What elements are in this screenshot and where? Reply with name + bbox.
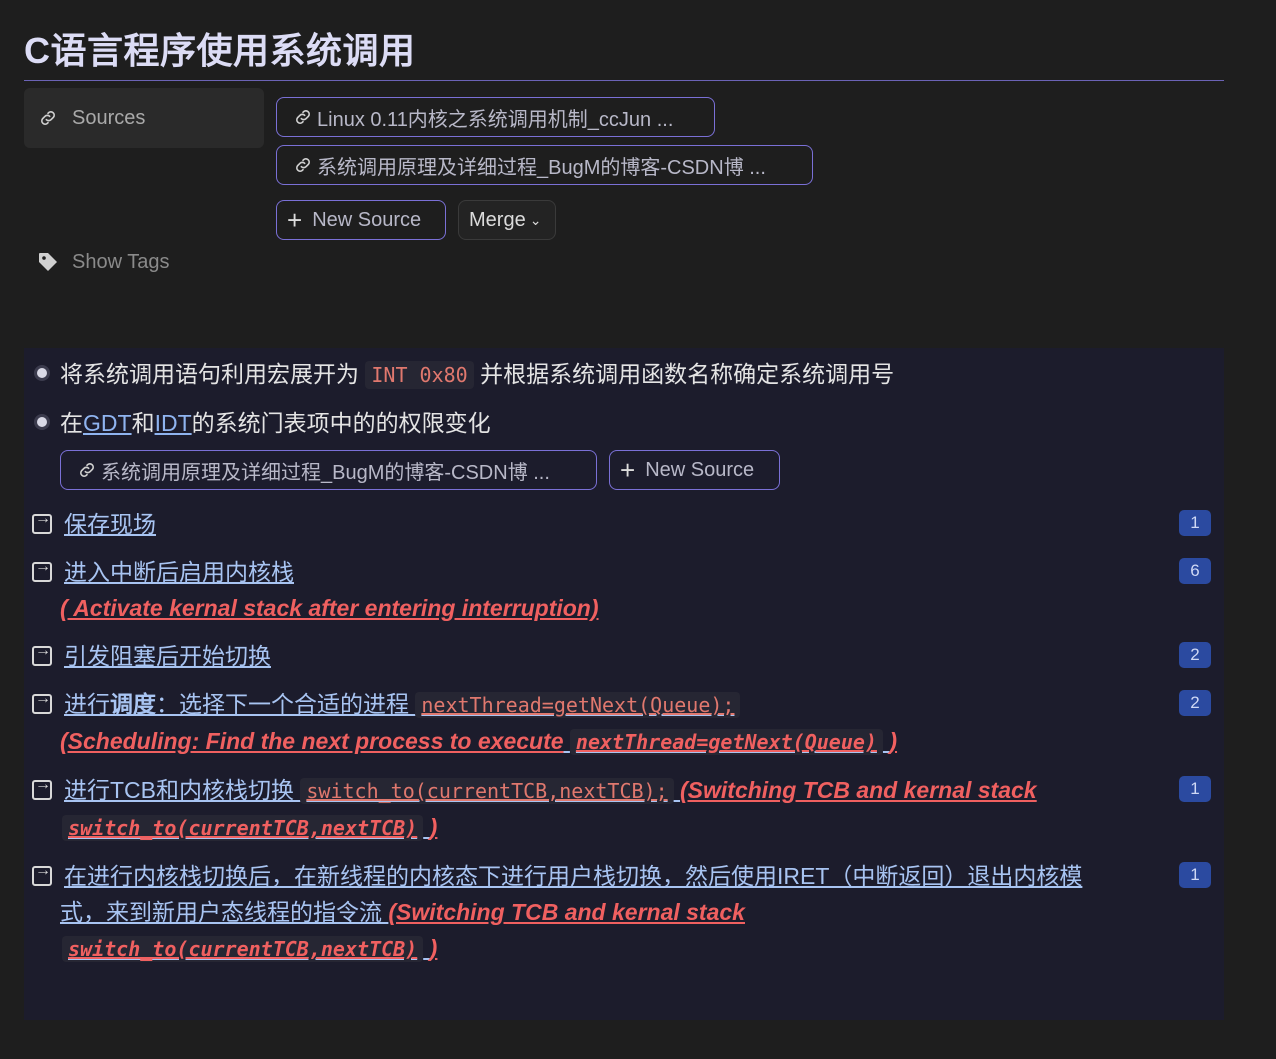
reference-arrow-icon	[32, 558, 52, 582]
link-icon	[296, 158, 310, 172]
plus-icon: +	[287, 205, 303, 235]
bullet-icon	[34, 414, 50, 430]
ref-item-user-stack-switch-cont[interactable]: 式，来到新用户态线程的指令流 (Switching TCB and kernal…	[60, 894, 745, 930]
bullet-item-gdt-idt[interactable]: 在GDT和IDT的系统门表项中的的权限变化	[34, 405, 491, 441]
inline-code: INT 0x80	[365, 361, 474, 389]
link-icon	[80, 463, 94, 477]
ref-note-code: switch_to(currentTCB,nextTCB)	[62, 936, 424, 962]
ref-text: 式，来到新用户态线程的指令流	[60, 899, 382, 925]
ref-item-block-switch[interactable]: 引发阻塞后开始切换	[64, 638, 271, 674]
gdt-link[interactable]: GDT	[83, 410, 132, 436]
bullet-icon	[34, 365, 50, 381]
ref-note: switch_to(currentTCB,nextTCB) )	[62, 930, 437, 967]
page-title: C语言程序使用系统调用	[24, 22, 1224, 81]
ref-count-badge[interactable]: 1	[1179, 776, 1211, 802]
ref-item-kernel-stack[interactable]: 进入中断后启用内核栈	[64, 554, 294, 590]
ref-note-text: ( Activate kernal stack after entering i…	[60, 595, 599, 621]
bullet-text: 并根据系统调用函数名称确定系统调用号	[480, 361, 895, 387]
source-chip-syscall-principle[interactable]: 系统调用原理及详细过程_BugM的博客-CSDN博 ...	[276, 145, 813, 185]
ref-note-text: (Switching TCB and kernal stack	[388, 899, 745, 925]
ref-text: ：选择下一个合适的进程	[156, 691, 409, 717]
bullet-text: 将系统调用语句利用宏展开为	[60, 361, 359, 387]
new-source-label: New Source	[312, 208, 422, 231]
ref-text: 进行	[64, 691, 110, 717]
ref-note-code: switch_to(currentTCB,nextTCB)	[62, 815, 424, 841]
ref-note-text: (Switching TCB and kernal stack	[680, 777, 1037, 803]
ref-text: 进入中断后启用内核栈	[64, 559, 294, 585]
ref-note: (Scheduling: Find the next process to ex…	[60, 723, 897, 760]
new-source-label: New Source	[645, 458, 755, 481]
merge-label: Merge	[469, 208, 526, 231]
show-tags-label: Show Tags	[72, 250, 170, 273]
ref-item-scheduling[interactable]: 进行调度：选择下一个合适的进程 nextThread=getNext(Queue…	[64, 686, 741, 723]
ref-text: 引发阻塞后开始切换	[64, 643, 271, 669]
ref-note: ( Activate kernal stack after entering i…	[60, 590, 599, 626]
bullet-item-macro-expand[interactable]: 将系统调用语句利用宏展开为 INT 0x80 并根据系统调用函数名称确定系统调用…	[34, 356, 895, 393]
ref-note-end: )	[429, 814, 438, 840]
ref-count-badge[interactable]: 6	[1179, 558, 1211, 584]
show-tags-button[interactable]: Show Tags	[36, 250, 169, 274]
ref-text: 在进行内核栈切换后，在新线程的内核态下进行用户栈切换，然后使用IRET（中断返回…	[64, 863, 1083, 889]
ref-note-end: )	[429, 935, 438, 961]
ref-item-save-context[interactable]: 保存现场	[64, 506, 156, 542]
ref-text-bold: 调度	[110, 691, 156, 717]
tag-icon	[39, 253, 57, 271]
ref-text: 保存现场	[64, 511, 156, 537]
ref-count-badge[interactable]: 2	[1179, 642, 1211, 668]
reference-arrow-icon	[32, 776, 52, 800]
ref-count-badge[interactable]: 2	[1179, 690, 1211, 716]
source-chip-label: 系统调用原理及详细过程_BugM的博客-CSDN博 ...	[101, 461, 550, 484]
bullet-text: 的系统门表项中的的权限变化	[191, 410, 491, 436]
merge-button[interactable]: Merge ⌄	[458, 200, 556, 240]
ref-text: 进行TCB和内核栈切换	[64, 777, 294, 803]
inline-code: switch_to(currentTCB,nextTCB);	[300, 778, 674, 804]
link-icon	[296, 110, 310, 124]
ref-item-user-stack-switch[interactable]: 在进行内核栈切换后，在新线程的内核态下进行用户栈切换，然后使用IRET（中断返回…	[64, 858, 1082, 894]
ref-note-end: )	[889, 728, 898, 754]
source-chip-label: Linux 0.11内核之系统调用机制_ccJun ...	[317, 108, 674, 131]
reference-arrow-icon	[32, 690, 52, 714]
ref-note: switch_to(currentTCB,nextTCB) )	[62, 809, 437, 846]
reference-arrow-icon	[32, 510, 52, 534]
source-chip-linux-syscall[interactable]: Linux 0.11内核之系统调用机制_ccJun ...	[276, 97, 715, 137]
ref-count-badge[interactable]: 1	[1179, 510, 1211, 536]
new-source-button[interactable]: + New Source	[276, 200, 446, 240]
chevron-down-icon: ⌄	[529, 211, 542, 228]
ref-note-code: nextThread=getNext(Queue)	[569, 729, 883, 755]
ref-note-text: (Scheduling: Find the next process to ex…	[60, 728, 564, 754]
inline-code: nextThread=getNext(Queue);	[415, 692, 741, 718]
reference-arrow-icon	[32, 862, 52, 886]
link-icon	[41, 111, 55, 125]
bullet-source-chip[interactable]: 系统调用原理及详细过程_BugM的博客-CSDN博 ...	[60, 450, 597, 490]
idt-link[interactable]: IDT	[155, 410, 192, 436]
source-chip-label: 系统调用原理及详细过程_BugM的博客-CSDN博 ...	[317, 156, 766, 179]
bullet-new-source-button[interactable]: + New Source	[609, 450, 780, 490]
reference-arrow-icon	[32, 642, 52, 666]
sources-property-label: Sources	[24, 88, 264, 148]
sources-label: Sources	[72, 106, 146, 129]
plus-icon: +	[620, 455, 636, 485]
ref-item-tcb-switch[interactable]: 进行TCB和内核栈切换 switch_to(currentTCB,nextTCB…	[64, 772, 1037, 809]
bullet-text: 和	[131, 410, 155, 436]
ref-count-badge[interactable]: 1	[1179, 862, 1211, 888]
